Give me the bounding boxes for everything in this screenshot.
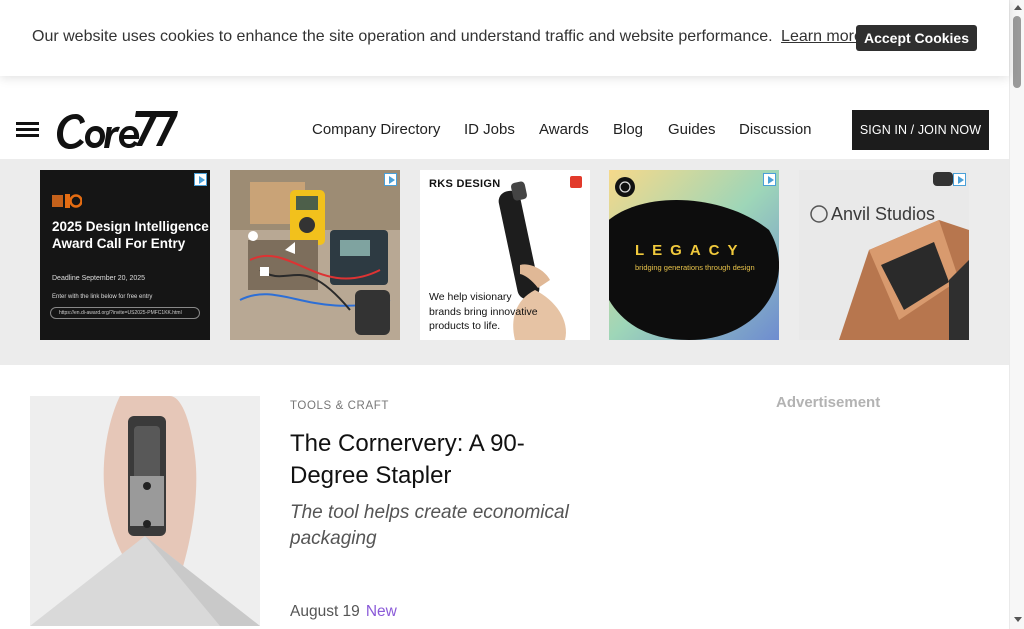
nav-blog[interactable]: Blog bbox=[613, 121, 643, 138]
ad4-brand: LEGACY bbox=[635, 242, 746, 259]
ad-electronics-workbench[interactable] bbox=[230, 170, 400, 340]
di-award-logo-icon bbox=[52, 194, 82, 208]
ad-anvil-studios[interactable]: Anvil Studios bbox=[799, 170, 969, 340]
nav-id-jobs[interactable]: ID Jobs bbox=[464, 121, 515, 138]
article-thumbnail[interactable] bbox=[30, 396, 260, 626]
scroll-down-arrow-icon[interactable] bbox=[1014, 617, 1022, 622]
adchoices-icon[interactable] bbox=[384, 173, 397, 186]
article-category[interactable]: TOOLS & CRAFT bbox=[290, 400, 389, 412]
accept-cookies-button[interactable]: Accept Cookies bbox=[856, 25, 977, 51]
adchoices-icon[interactable] bbox=[953, 173, 966, 186]
ad3-tagline: We help visionary brands bring innovativ… bbox=[429, 291, 538, 332]
article-date-text: August 19 bbox=[290, 603, 360, 620]
nav-discussion[interactable]: Discussion bbox=[739, 121, 812, 138]
cookie-banner: Our website uses cookies to enhance the … bbox=[0, 0, 1009, 76]
article-subtitle: The tool helps create economical packagi… bbox=[290, 502, 569, 549]
cookie-message-text: Our website uses cookies to enhance the … bbox=[32, 28, 773, 45]
article-date: August 19 New bbox=[290, 603, 397, 621]
ad4-tagline: bridging generations through design bbox=[635, 263, 755, 272]
anvil-product-image bbox=[799, 170, 969, 340]
ad-design-intelligence-award[interactable]: 2025 Design Intelligence Award Call For … bbox=[40, 170, 210, 340]
advertisement-label: Advertisement bbox=[776, 394, 881, 411]
article-title[interactable]: The Cornervery: A 90-Degree Stapler bbox=[290, 428, 590, 492]
ad1-note: Enter with the link below for free entry bbox=[52, 294, 153, 300]
nav-awards[interactable]: Awards bbox=[539, 121, 589, 138]
ad1-deadline: Deadline September 20, 2025 bbox=[52, 275, 146, 282]
cookie-message: Our website uses cookies to enhance the … bbox=[32, 28, 867, 46]
stapler-photo-image bbox=[30, 396, 260, 626]
sign-in-join-button[interactable]: SIGN IN / JOIN NOW bbox=[852, 110, 989, 150]
ad5-brand: Anvil Studios bbox=[831, 204, 936, 224]
workbench-photo-image bbox=[230, 170, 400, 340]
nav-guides[interactable]: Guides bbox=[668, 121, 716, 138]
page: Our website uses cookies to enhance the … bbox=[0, 0, 1024, 629]
scroll-up-arrow-icon[interactable] bbox=[1014, 5, 1022, 10]
learn-more-link[interactable]: Learn more. bbox=[781, 28, 867, 45]
core77-logo[interactable] bbox=[54, 106, 178, 154]
hamburger-menu-icon[interactable] bbox=[16, 122, 39, 138]
new-badge: New bbox=[365, 603, 397, 620]
ad-legacy[interactable]: LEGACY bridging generations through desi… bbox=[609, 170, 779, 340]
adchoices-icon[interactable] bbox=[763, 173, 776, 186]
ad-rks-design[interactable]: RKS DESIGN We help visionary brands brin… bbox=[420, 170, 590, 340]
scrollbar-thumb[interactable] bbox=[1013, 16, 1021, 88]
nav-company-directory[interactable]: Company Directory bbox=[312, 121, 440, 138]
ad1-title: 2025 Design Intelligence Award Call For … bbox=[52, 219, 209, 251]
ad1-link: https://en.di-award.org/?invite=US2025-P… bbox=[50, 307, 200, 319]
scrollbar[interactable] bbox=[1009, 0, 1024, 629]
adchoices-icon[interactable] bbox=[194, 173, 207, 186]
